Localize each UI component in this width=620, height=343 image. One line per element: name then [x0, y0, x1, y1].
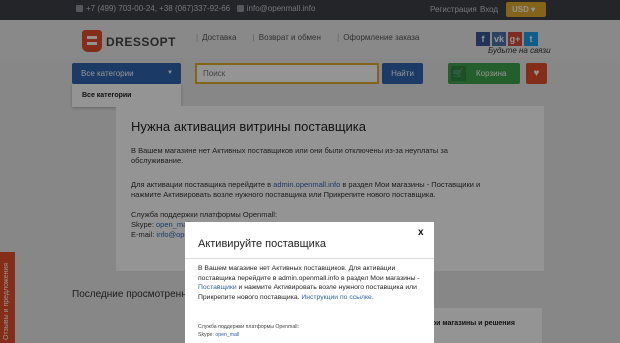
- modal-divider: [185, 258, 434, 259]
- modal-title: Активируйте поставщика: [198, 238, 326, 250]
- modal-body: В Вашем магазине нет Активных поставщико…: [198, 264, 424, 302]
- suppliers-link[interactable]: Поставщики: [198, 284, 237, 291]
- close-icon[interactable]: x: [418, 227, 424, 238]
- modal-support-heading: Служба поддержки платформы Openmall:: [198, 324, 300, 330]
- modal-skype-label: Skype:: [198, 331, 216, 338]
- modal-body-text-1: В Вашем магазине нет Активных поставщико…: [198, 265, 420, 282]
- modal-skype-link[interactable]: open_mall: [215, 332, 239, 338]
- instructions-link[interactable]: Инструкции по ссылке.: [301, 294, 373, 301]
- activation-modal: x Активируйте поставщика В Вашем магазин…: [185, 222, 434, 343]
- modal-support-skype: Skype: open_mall: [198, 332, 299, 340]
- modal-support: Служба поддержки платформы Openmall: Sky…: [198, 324, 299, 339]
